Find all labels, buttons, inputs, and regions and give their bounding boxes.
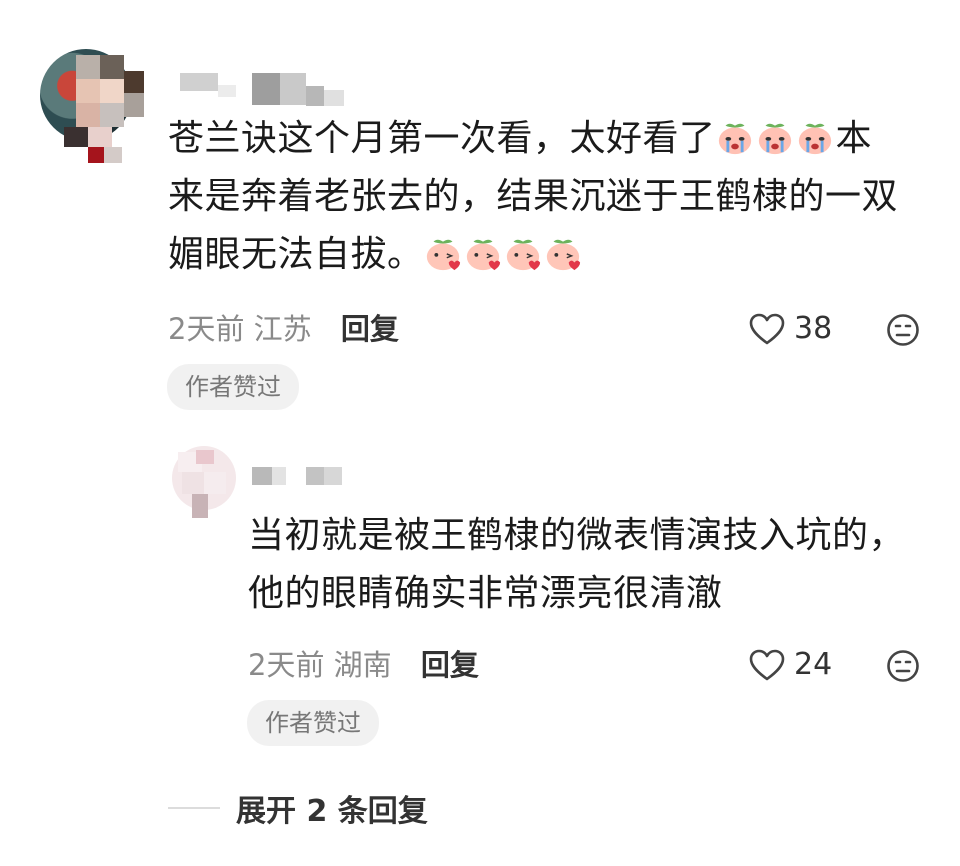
author-liked-badge: 作者赞过 — [167, 364, 299, 410]
heart-peach-emoji — [506, 239, 540, 271]
crying-peach-emoji — [798, 123, 831, 155]
comment-time: 2天前 — [168, 312, 245, 346]
comment-time: 2天前 — [248, 648, 325, 682]
comment-text-line: 他的眼睛确实非常漂亮很清澈 — [248, 573, 723, 614]
crying-peach-emoji — [718, 123, 751, 155]
comment-text-line: 苍兰诀这个月第一次看，太好看了 — [168, 118, 716, 159]
like-button[interactable]: 24 — [748, 647, 832, 683]
author-liked-badge: 作者赞过 — [247, 700, 379, 746]
expand-replies-label: 展开 2 条回复 — [236, 794, 428, 829]
expand-replies-button[interactable]: 展开 2 条回复 — [168, 786, 428, 830]
like-count: 38 — [794, 311, 833, 346]
like-button[interactable]: 38 — [748, 311, 832, 347]
heart-peach-emoji — [466, 239, 500, 271]
heart-peach-emoji — [426, 239, 460, 271]
avatar[interactable] — [172, 446, 236, 524]
like-count: 24 — [794, 647, 833, 682]
comment-location: 江苏 — [253, 312, 312, 346]
comment-location: 湖南 — [333, 648, 392, 682]
comment-text: 苍兰诀这个月第一次看，太好看了 本 来是奔着老张去的，结果沉迷于王鹤棣的一双 媚眼… — [168, 110, 898, 284]
reply-button[interactable]: 回复 — [341, 312, 399, 346]
heart-peach-emoji — [546, 239, 580, 271]
comment-meta: 2天前 湖南 回复 — [248, 647, 479, 683]
avatar[interactable] — [40, 45, 144, 163]
comment-text-line: 本 — [835, 118, 873, 159]
comment-text-line: 媚眼无法自拔。 — [168, 234, 424, 275]
dislike-icon[interactable] — [886, 649, 920, 683]
comment-meta: 2天前 江苏 回复 — [168, 311, 399, 347]
comment-text-line: 当初就是被王鹤棣的微表情演技入坑的， — [248, 515, 906, 556]
heart-icon — [749, 313, 785, 345]
reply-text: 当初就是被王鹤棣的微表情演技入坑的， 他的眼睛确实非常漂亮很清澈 — [248, 507, 905, 623]
divider — [168, 807, 220, 809]
reply-button[interactable]: 回复 — [421, 648, 479, 682]
dislike-icon[interactable] — [886, 313, 920, 347]
crying-peach-emoji — [758, 123, 791, 155]
comment-text-line: 来是奔着老张去的，结果沉迷于王鹤棣的一双 — [168, 176, 899, 217]
heart-icon — [749, 649, 785, 681]
